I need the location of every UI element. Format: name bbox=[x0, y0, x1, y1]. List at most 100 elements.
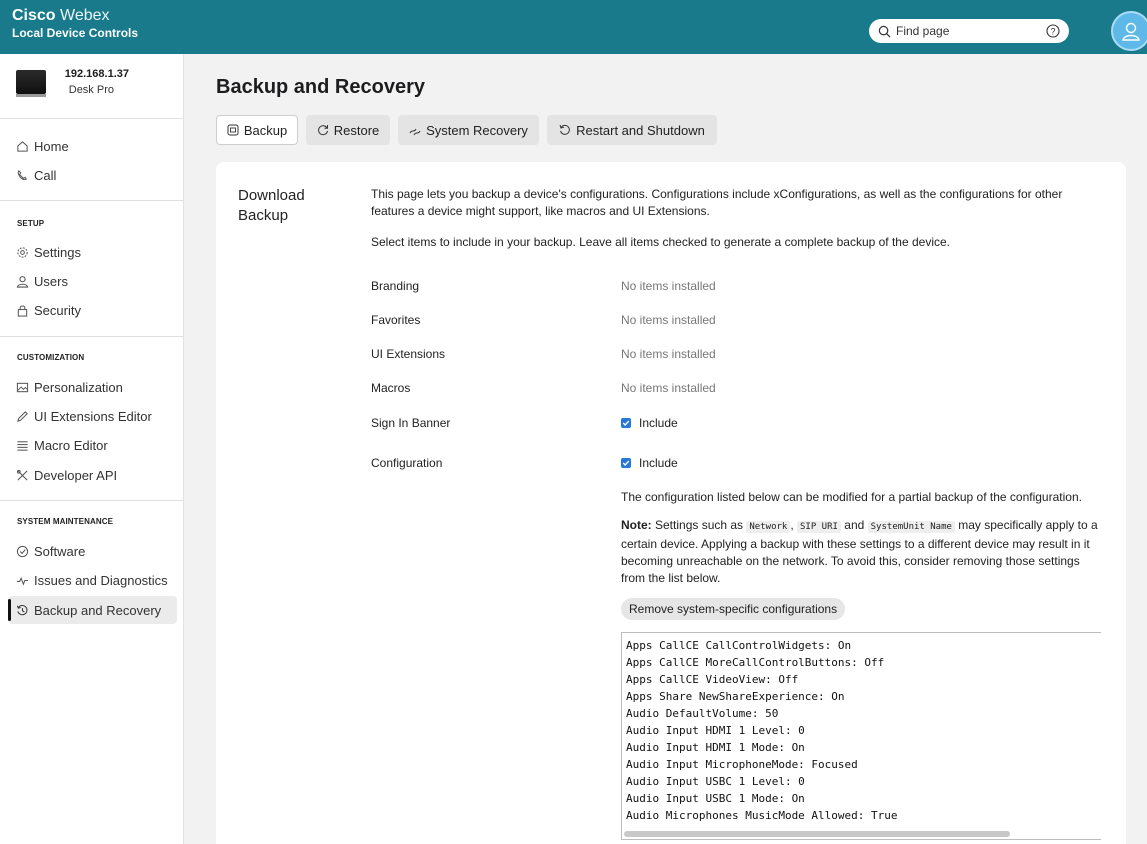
image-icon bbox=[16, 382, 29, 392]
item-label-branding: Branding bbox=[371, 279, 420, 293]
app-subtitle: Local Device Controls bbox=[12, 26, 139, 40]
gear-icon bbox=[17, 246, 28, 258]
phone-icon bbox=[17, 169, 27, 180]
sidebar-item-label: Developer API bbox=[34, 467, 118, 483]
sidebar-item-issues-and-diagnostics[interactable]: Issues and Diagnostics bbox=[8, 566, 177, 594]
note-text: and bbox=[840, 518, 868, 532]
configuration-include-checkbox[interactable]: Include bbox=[621, 456, 678, 470]
configuration-textarea[interactable]: Apps CallCE CallControlWidgets: On Apps … bbox=[621, 632, 1101, 840]
sidebar-item-label: Issues and Diagnostics bbox=[34, 572, 168, 588]
divider bbox=[0, 336, 184, 337]
config-line: Audio Input HDMI 1 Level: 0 bbox=[626, 724, 805, 737]
checkbox-label: Include bbox=[639, 456, 678, 470]
code-network: Network bbox=[746, 521, 791, 533]
brand-cisco: Cisco bbox=[12, 7, 56, 24]
brand-webex: Webex bbox=[60, 7, 110, 24]
help-icon[interactable]: ? bbox=[1046, 24, 1060, 38]
device-model: Desk Pro bbox=[68, 84, 114, 96]
sidebar-item-backup-and-recovery[interactable]: Backup and Recovery bbox=[8, 596, 177, 624]
instructions-text: Select items to include in your backup. … bbox=[371, 235, 950, 249]
user-icon bbox=[1122, 22, 1140, 41]
sidebar-item-macro-editor[interactable]: Macro Editor bbox=[8, 431, 177, 459]
item-status-macros: No items installed bbox=[621, 381, 716, 395]
backup-icon bbox=[227, 124, 239, 136]
code-sip-uri: SIP URI bbox=[797, 521, 841, 533]
tab-label: System Recovery bbox=[426, 122, 528, 138]
sidebar-item-label: Settings bbox=[34, 244, 81, 260]
checkbox-checked[interactable] bbox=[621, 458, 631, 468]
top-header: Cisco Webex Local Device Controls Find p… bbox=[0, 0, 1147, 54]
divider bbox=[0, 500, 184, 501]
sidebar-item-label: Macro Editor bbox=[34, 437, 108, 453]
checkbox-checked[interactable] bbox=[621, 418, 631, 428]
tab-backup[interactable]: Backup bbox=[216, 115, 298, 145]
sidebar-item-label: UI Extensions Editor bbox=[34, 408, 152, 424]
sidebar: 192.168.1.37 Desk Pro Home Call SETUP Se… bbox=[0, 54, 184, 844]
svg-text:?: ? bbox=[1050, 26, 1055, 36]
item-status-ui-extensions: No items installed bbox=[621, 347, 716, 361]
sidebar-item-settings[interactable]: Settings bbox=[8, 238, 177, 266]
restart-icon bbox=[559, 124, 570, 135]
restore-icon bbox=[317, 125, 328, 136]
item-label-macros: Macros bbox=[371, 381, 411, 395]
sidebar-item-label: Call bbox=[34, 167, 57, 183]
config-line: Apps CallCE MoreCallControlButtons: Off bbox=[626, 656, 885, 669]
code-systemunit-name: SystemUnit Name bbox=[867, 521, 955, 533]
config-line: Audio Microphones MusicMode Allowed: Tru… bbox=[626, 809, 898, 822]
config-line: Apps CallCE VideoView: Off bbox=[626, 673, 799, 686]
list-icon bbox=[17, 440, 28, 451]
note-text: , bbox=[790, 518, 797, 532]
config-line: Audio Input HDMI 1 Mode: On bbox=[626, 741, 805, 754]
section-heading-customization: CUSTOMIZATION bbox=[17, 353, 85, 362]
remove-system-specific-button[interactable]: Remove system-specific configurations bbox=[621, 598, 846, 620]
sidebar-item-label: Home bbox=[34, 138, 69, 154]
brand-logo: Cisco Webex Local Device Controls bbox=[12, 8, 138, 41]
sidebar-item-security[interactable]: Security bbox=[8, 296, 177, 324]
note-label: Note: bbox=[621, 518, 652, 532]
note-text: Settings such as bbox=[651, 518, 747, 532]
sidebar-item-software[interactable]: Software bbox=[8, 537, 177, 565]
device-ip: 192.168.1.37 bbox=[64, 68, 129, 80]
item-label-sign-in-banner: Sign In Banner bbox=[371, 416, 451, 430]
sidebar-item-users[interactable]: Users bbox=[8, 267, 177, 295]
lock-icon bbox=[17, 304, 28, 317]
find-page-search[interactable]: Find page ? bbox=[869, 19, 1069, 43]
section-heading-setup: SETUP bbox=[17, 219, 45, 228]
device-info: 192.168.1.37 Desk Pro bbox=[16, 68, 176, 108]
item-label-ui-extensions: UI Extensions bbox=[371, 347, 446, 361]
tab-label: Backup bbox=[243, 122, 288, 138]
search-placeholder: Find page bbox=[896, 24, 950, 38]
sidebar-item-ui-extensions-editor[interactable]: UI Extensions Editor bbox=[8, 402, 177, 430]
sidebar-item-label: Software bbox=[34, 543, 86, 559]
item-status-branding: No items installed bbox=[621, 279, 716, 293]
sidebar-item-label: Backup and Recovery bbox=[34, 602, 162, 618]
tab-restore[interactable]: Restore bbox=[306, 115, 390, 145]
checkbox-label: Include bbox=[639, 416, 678, 430]
item-label-favorites: Favorites bbox=[371, 313, 421, 327]
recovery-icon bbox=[409, 128, 421, 136]
pulse-icon bbox=[16, 576, 29, 586]
intro-text: This page lets you backup a device's con… bbox=[371, 187, 1063, 218]
sidebar-item-personalization[interactable]: Personalization bbox=[8, 373, 177, 401]
user-avatar[interactable] bbox=[1111, 11, 1147, 51]
horizontal-scrollbar[interactable] bbox=[624, 831, 1010, 837]
tab-restart-and-shutdown[interactable]: Restart and Shutdown bbox=[547, 115, 717, 145]
partial-backup-text: The configuration listed below can be mo… bbox=[621, 490, 1082, 504]
sidebar-item-home[interactable]: Home bbox=[8, 132, 177, 160]
sidebar-item-call[interactable]: Call bbox=[8, 161, 177, 189]
search-icon bbox=[878, 25, 891, 37]
item-label-configuration: Configuration bbox=[371, 456, 443, 470]
device-image bbox=[16, 70, 46, 97]
tab-system-recovery[interactable]: System Recovery bbox=[398, 115, 539, 145]
pencil-icon bbox=[17, 410, 28, 422]
sign-in-banner-include-checkbox[interactable]: Include bbox=[621, 416, 678, 430]
sidebar-item-developer-api[interactable]: Developer API bbox=[8, 461, 177, 489]
divider bbox=[0, 118, 184, 119]
sidebar-item-label: Users bbox=[34, 273, 68, 289]
config-line: Audio Input USBC 1 Level: 0 bbox=[626, 775, 805, 788]
item-status-favorites: No items installed bbox=[621, 313, 716, 327]
tools-icon bbox=[16, 469, 28, 481]
config-line: Apps Share NewShareExperience: On bbox=[626, 690, 845, 703]
section-title: Download Backup bbox=[238, 187, 305, 224]
section-heading-system-maintenance: SYSTEM MAINTENANCE bbox=[17, 517, 114, 526]
